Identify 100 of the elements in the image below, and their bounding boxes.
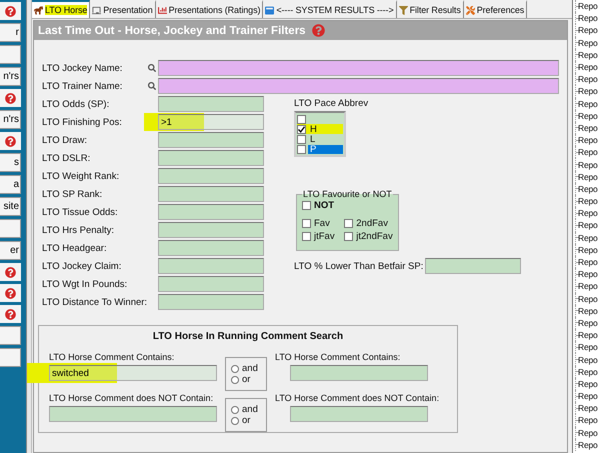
side-button[interactable]: site (0, 197, 21, 216)
side-button[interactable]: s (0, 153, 21, 172)
tree-item[interactable]: Repo (578, 135, 598, 146)
tab[interactable]: LTO Horse (32, 0, 90, 18)
checkbox[interactable] (297, 134, 306, 144)
splitter-bar[interactable] (26, 0, 32, 453)
tree-item[interactable]: Repo (578, 244, 598, 255)
tree-item[interactable]: Repo (578, 415, 598, 426)
list-item[interactable]: L (297, 134, 343, 144)
tree-item[interactable]: Repo (578, 86, 598, 96)
checkbox-label[interactable]: jt2ndFav (356, 231, 393, 242)
help-icon[interactable] (5, 92, 16, 104)
text-field[interactable] (158, 168, 264, 184)
text-field[interactable] (290, 406, 428, 422)
side-button[interactable] (0, 326, 21, 345)
tree-item[interactable]: Repo (578, 110, 598, 121)
text-field[interactable] (158, 222, 264, 238)
tree-item[interactable]: Repo (578, 38, 598, 48)
search-field[interactable] (158, 78, 559, 94)
checkbox[interactable] (344, 232, 354, 241)
tree-item[interactable]: Repo (578, 160, 598, 170)
radio-button[interactable] (231, 376, 239, 384)
tree-item[interactable]: Repo (578, 440, 598, 450)
side-button[interactable]: a (0, 175, 21, 194)
side-button[interactable]: n'rs (0, 110, 21, 129)
text-field[interactable]: >1 (158, 114, 264, 130)
tree-item[interactable]: Repo (578, 306, 598, 316)
tree-item[interactable]: Repo (578, 318, 598, 328)
tree-item[interactable]: Repo (578, 330, 598, 340)
tree-item[interactable]: Repo (578, 172, 598, 182)
text-field[interactable] (158, 294, 264, 310)
tree-item[interactable]: Repo (578, 220, 598, 230)
help-icon[interactable] (5, 6, 16, 16)
radio-button[interactable] (231, 406, 239, 414)
tree-item[interactable]: Repo (578, 232, 598, 243)
help-icon[interactable] (5, 288, 16, 298)
tab[interactable]: Presentation (90, 0, 156, 18)
tree-item[interactable]: Repo (578, 366, 598, 377)
radio-button[interactable] (231, 364, 239, 372)
radio-label[interactable]: or (242, 374, 250, 385)
radio-label[interactable]: and (242, 404, 258, 415)
pace-list[interactable]: H L P (294, 111, 346, 157)
side-button[interactable] (0, 348, 21, 367)
tree-item[interactable]: Repo (578, 196, 598, 206)
checkbox[interactable] (344, 219, 354, 228)
checkbox-label[interactable]: jtFav (314, 231, 335, 242)
tree-item[interactable]: Repo (578, 62, 598, 72)
tree-item[interactable]: Repo (578, 269, 598, 280)
checkbox[interactable] (297, 124, 306, 134)
tree-item[interactable]: Repo (578, 13, 598, 24)
text-field[interactable] (158, 276, 264, 292)
tab[interactable]: Preferences (464, 0, 528, 18)
checkbox-label[interactable]: 2ndFav (356, 218, 388, 229)
checkbox[interactable] (297, 144, 306, 154)
tree-item[interactable]: Repo (578, 294, 598, 304)
side-button[interactable]: r (0, 23, 21, 42)
text-field[interactable]: switched (49, 365, 217, 381)
text-field[interactable] (425, 258, 522, 274)
text-field[interactable] (158, 258, 264, 274)
side-button[interactable] (0, 45, 21, 64)
tree-item[interactable]: Repo (578, 391, 598, 402)
text-field[interactable] (158, 204, 264, 220)
text-field[interactable] (158, 150, 264, 166)
tree-item[interactable]: Repo (578, 281, 598, 292)
checkbox-label[interactable]: NOT (314, 200, 334, 211)
checkbox-label[interactable]: Fav (314, 218, 330, 229)
tree-item[interactable]: Repo (578, 122, 598, 133)
help-icon[interactable] (5, 136, 16, 146)
list-item[interactable]: H (297, 124, 343, 134)
help-icon[interactable] (5, 266, 16, 278)
checkbox[interactable] (302, 219, 311, 228)
checkbox[interactable] (302, 201, 311, 210)
text-field[interactable] (158, 96, 264, 112)
text-field[interactable] (49, 406, 217, 422)
tab[interactable]: Presentations (Ratings) (156, 0, 264, 18)
tree-item[interactable]: Repo (578, 1, 598, 12)
search-icon[interactable] (148, 64, 156, 72)
help-icon[interactable] (5, 308, 16, 320)
text-field[interactable] (158, 132, 264, 148)
text-field[interactable] (158, 240, 264, 256)
radio-button[interactable] (231, 416, 239, 424)
side-button[interactable]: er (0, 241, 21, 260)
tree-item[interactable]: Repo (578, 354, 598, 365)
checkbox[interactable] (302, 232, 311, 241)
tree-item[interactable]: Repo (578, 403, 598, 414)
text-field[interactable] (158, 186, 264, 202)
tree-item[interactable]: Repo (578, 147, 598, 158)
tree-item[interactable]: Repo (578, 257, 598, 268)
radio-label[interactable]: and (242, 363, 258, 374)
tree-item[interactable]: Repo (578, 378, 598, 389)
side-button[interactable]: n'rs (0, 67, 21, 86)
tree-item[interactable]: Repo (578, 50, 598, 60)
help-icon[interactable] (312, 24, 325, 37)
checkbox[interactable] (297, 114, 306, 124)
tree-item[interactable]: Repo (578, 428, 598, 438)
tree-item[interactable]: Repo (578, 98, 598, 109)
tree-item[interactable]: Repo (578, 74, 598, 84)
search-field[interactable] (158, 60, 559, 76)
tree-item[interactable]: Repo (578, 208, 598, 218)
search-icon[interactable] (148, 82, 156, 90)
